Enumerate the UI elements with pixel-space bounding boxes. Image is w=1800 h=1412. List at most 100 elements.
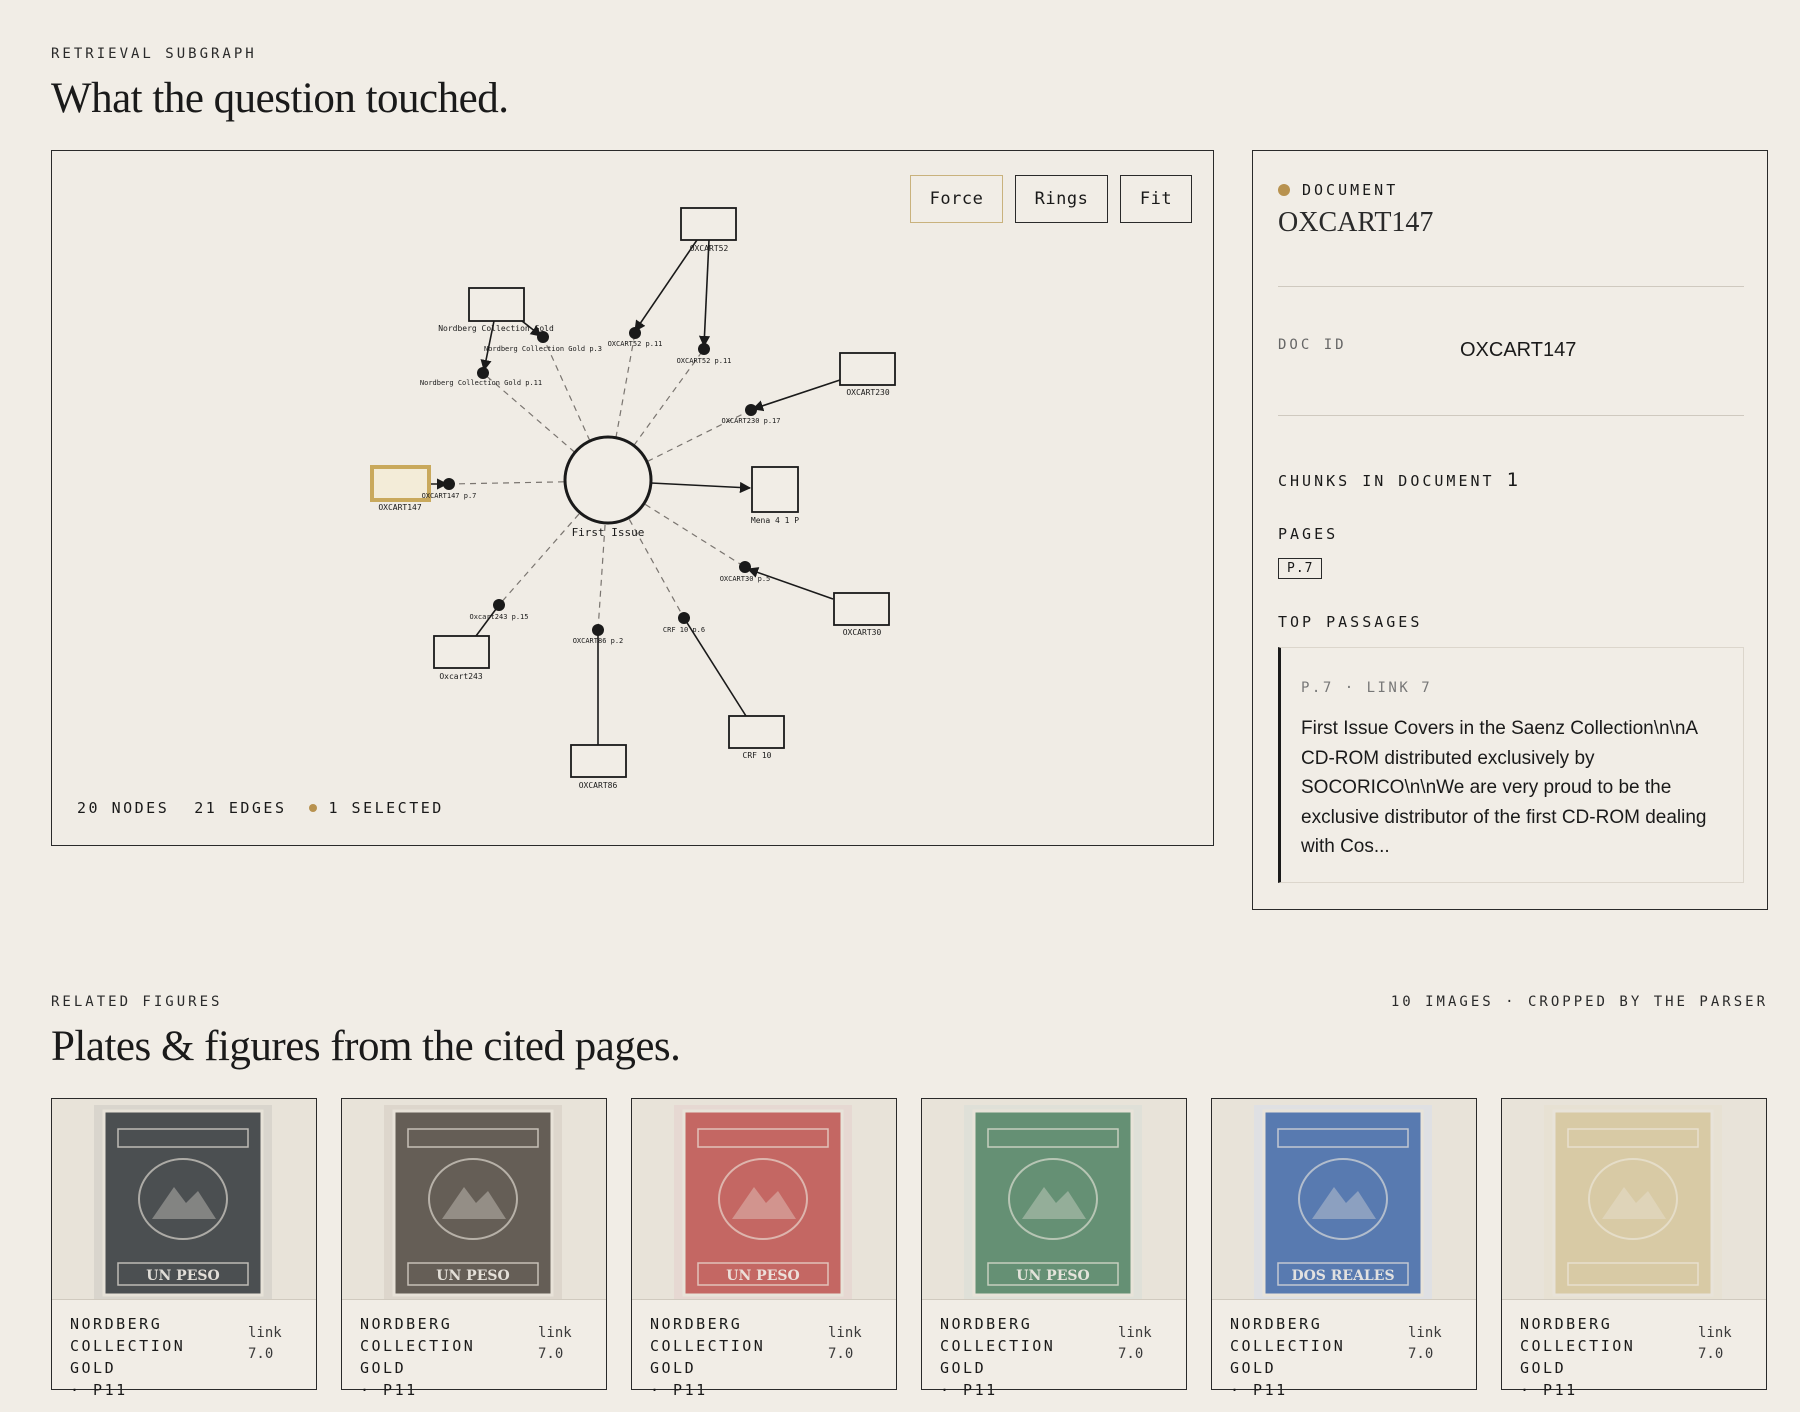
nodes-count: 20 NODES [77, 799, 170, 817]
figure-card[interactable]: UN PESO NORDBERG COLLECTION GOLD · P11 l… [51, 1098, 317, 1399]
doc-node-label: OXCART52 [690, 244, 729, 253]
page-chip[interactable]: P.7 [1278, 558, 1323, 579]
selected-dot-icon [308, 804, 317, 812]
chunk-node-label: Nordberg Collection Gold p.3 [484, 345, 602, 353]
rings-layout-button[interactable]: Rings [1015, 175, 1108, 223]
figure-caption-line: NORDBERG [650, 1315, 743, 1333]
figure-image[interactable] [1502, 1099, 1766, 1300]
detail-type-label: DOCUMENT [1302, 181, 1399, 199]
stamp-value-text: UN PESO [726, 1268, 799, 1284]
chunks-label: CHUNKS IN DOCUMENT [1278, 472, 1495, 490]
passage-card[interactable]: P.7 · LINK 7 First Issue Covers in the S… [1278, 647, 1744, 883]
figure-caption: NORDBERG COLLECTION GOLD · P11 [940, 1313, 1110, 1401]
figure-caption: NORDBERG COLLECTION GOLD · P11 [1230, 1313, 1400, 1401]
doc-node[interactable] [570, 744, 627, 778]
figure-link-label: link [1118, 1325, 1152, 1341]
chunk-node[interactable] [739, 561, 751, 573]
figure-caption-line: · P11 [70, 1381, 128, 1399]
top-passages-label: TOP PASSAGES [1278, 613, 1423, 631]
center-node-label: First Issue [572, 526, 645, 539]
subgraph-title: What the question touched. [51, 75, 509, 122]
doc-node-selected[interactable] [370, 465, 431, 502]
figure-card[interactable]: UN PESO NORDBERG COLLECTION GOLD · P11 l… [921, 1098, 1187, 1399]
force-layout-button[interactable]: Force [910, 175, 1003, 223]
doc-node-label: Nordberg Collection Gold [438, 324, 554, 333]
graph-edge [650, 481, 752, 494]
figure-caption-line: COLLECTION GOLD [940, 1337, 1056, 1377]
chunk-node-label: OXCART147 p.7 [422, 492, 477, 500]
figure-card[interactable]: UN PESO NORDBERG COLLECTION GOLD · P11 l… [631, 1098, 897, 1399]
doc-node-label: OXCART30 [843, 628, 882, 637]
figure-image[interactable]: DOS REALES [1212, 1099, 1476, 1300]
stamp-value-text: UN PESO [1016, 1268, 1089, 1284]
chunk-node[interactable] [592, 624, 604, 636]
doc-node[interactable] [468, 287, 525, 322]
stamp-value-text: UN PESO [436, 1268, 509, 1284]
graph-canvas[interactable]: First Issue OXCART52 Nordberg Collection… [52, 151, 1215, 847]
figure-caption-line: NORDBERG [940, 1315, 1033, 1333]
figure-link-score: 7.0 [1408, 1346, 1434, 1362]
figure-caption-line: · P11 [650, 1381, 708, 1399]
figure-caption-line: COLLECTION GOLD [1520, 1337, 1636, 1377]
figure-image[interactable]: UN PESO [52, 1099, 316, 1300]
stamp-image [1544, 1105, 1722, 1299]
doc-node-label: OXCART86 [579, 781, 618, 790]
figure-meta: link 7.0 [1118, 1323, 1168, 1365]
stamp-image: DOS REALES [1254, 1105, 1432, 1299]
detail-title: OXCART147 [1278, 207, 1434, 238]
graph-edge [751, 379, 841, 412]
chunk-node[interactable] [678, 612, 690, 624]
doc-node[interactable] [833, 592, 890, 626]
chunk-node[interactable] [745, 404, 757, 416]
figure-card[interactable]: UN PESO NORDBERG COLLECTION GOLD · P11 l… [341, 1098, 607, 1399]
figure-image[interactable]: UN PESO [342, 1099, 606, 1300]
figure-image[interactable]: UN PESO [922, 1099, 1186, 1300]
figure-caption-line: · P11 [360, 1381, 418, 1399]
stamp-value-text: DOS REALES [1291, 1268, 1394, 1284]
divider [1278, 415, 1744, 416]
figure-caption-line: · P11 [1520, 1381, 1578, 1399]
chunk-node[interactable] [493, 599, 505, 611]
figure-link-label: link [538, 1325, 572, 1341]
chunk-node-label: OXCART86 p.2 [573, 637, 624, 645]
passage-text: First Issue Covers in the Saenz Collecti… [1301, 718, 1707, 857]
doc-node[interactable] [433, 635, 490, 669]
doc-node[interactable] [839, 352, 896, 386]
center-node[interactable] [563, 435, 653, 525]
doc-node-label: Mena 4 1 P [751, 516, 799, 525]
figure-card[interactable]: DOS REALES NORDBERG COLLECTION GOLD · P1… [1211, 1098, 1477, 1399]
stamp-image: UN PESO [94, 1105, 272, 1299]
doc-node[interactable] [751, 466, 799, 513]
figure-caption: NORDBERG COLLECTION GOLD · P11 [360, 1313, 530, 1401]
figure-caption-line: COLLECTION GOLD [360, 1337, 476, 1377]
figure-link-score: 7.0 [1698, 1346, 1724, 1362]
chunk-node[interactable] [629, 327, 641, 339]
figure-caption-line: NORDBERG [70, 1315, 163, 1333]
stamp-image: UN PESO [964, 1105, 1142, 1299]
figure-image[interactable]: UN PESO [632, 1099, 896, 1300]
document-dot-icon [1278, 184, 1290, 196]
detail-type: DOCUMENT [1278, 181, 1398, 199]
doc-node[interactable] [680, 207, 737, 241]
figure-card[interactable]: NORDBERG COLLECTION GOLD · P11 link 7.0 [1501, 1098, 1767, 1399]
doc-id-label: DOC ID [1278, 337, 1347, 353]
chunk-node-label: CRF 10 p.6 [663, 626, 705, 634]
doc-node[interactable] [728, 715, 785, 749]
chunk-node-label: Oxcart243 p.15 [469, 613, 528, 621]
figure-caption: NORDBERG COLLECTION GOLD · P11 [650, 1313, 820, 1401]
chunk-node[interactable] [443, 478, 455, 490]
chunk-node[interactable] [477, 367, 489, 379]
passage-meta: P.7 · LINK 7 [1301, 680, 1433, 696]
figures-title: Plates & figures from the cited pages. [51, 1023, 681, 1070]
graph-panel[interactable]: First Issue OXCART52 Nordberg Collection… [51, 150, 1214, 846]
figure-link-label: link [1698, 1325, 1732, 1341]
edges-count: 21 EDGES [194, 799, 287, 817]
figure-link-score: 7.0 [538, 1346, 564, 1362]
figure-meta: link 7.0 [538, 1323, 588, 1365]
divider [1278, 286, 1744, 287]
fit-view-button[interactable]: Fit [1120, 175, 1192, 223]
pages-label: PAGES [1278, 525, 1339, 543]
doc-node-label: CRF 10 [743, 751, 772, 760]
figure-caption-line: NORDBERG [360, 1315, 453, 1333]
chunk-node[interactable] [698, 343, 710, 355]
